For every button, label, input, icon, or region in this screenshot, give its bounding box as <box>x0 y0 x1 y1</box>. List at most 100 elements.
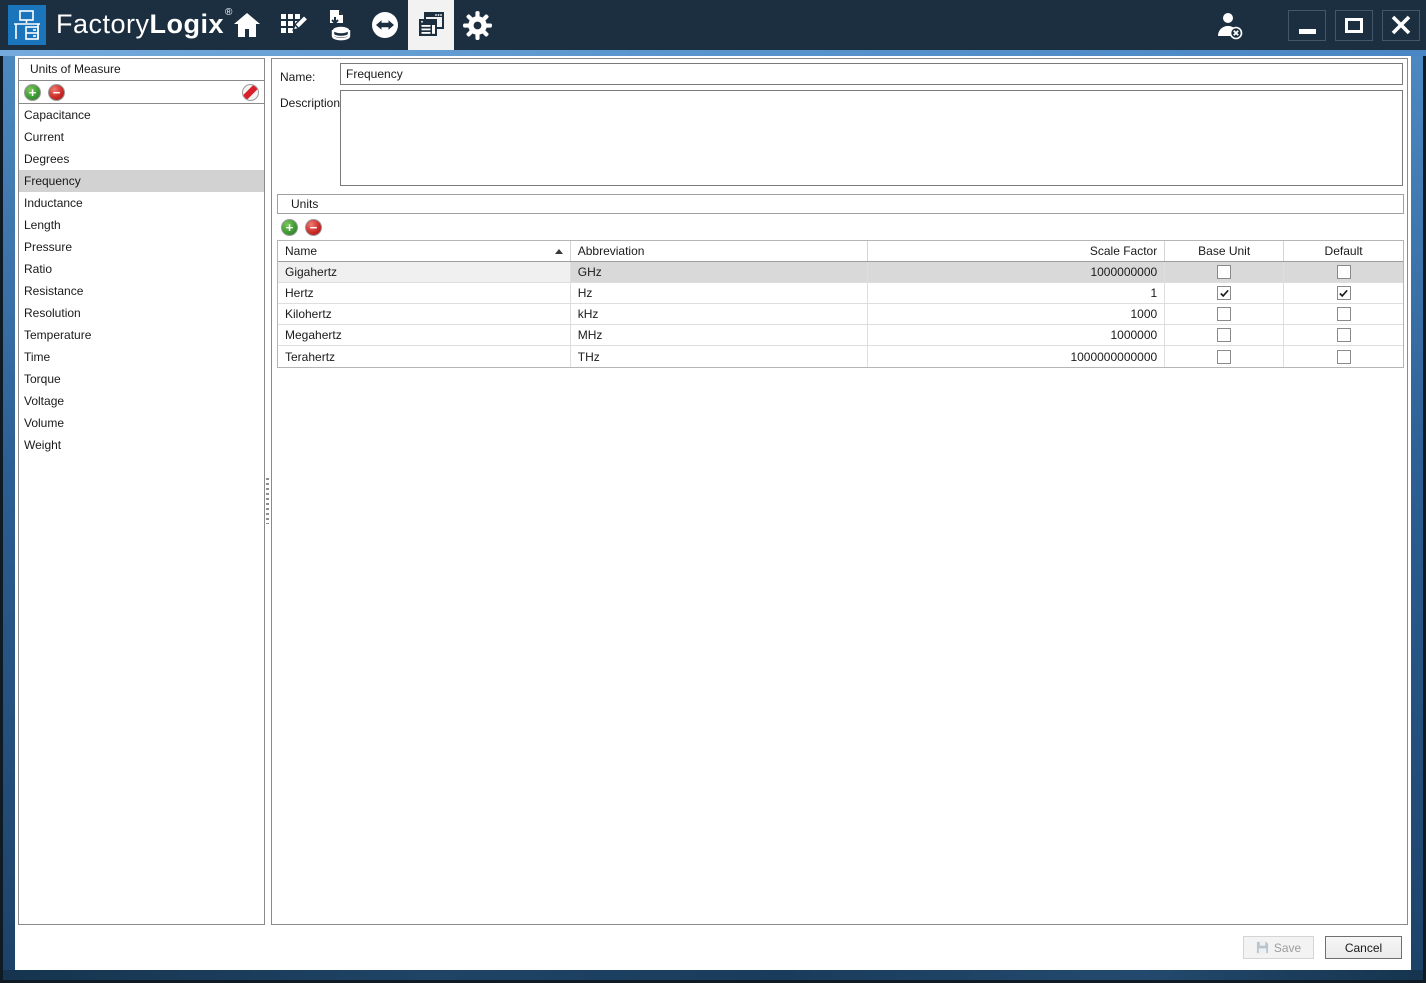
unit-name-cell[interactable]: Terahertz <box>278 346 571 367</box>
close-button[interactable] <box>1382 9 1420 41</box>
remove-icon: − <box>309 219 318 235</box>
production-edit-icon <box>281 14 308 33</box>
base-unit-cell <box>1165 283 1285 303</box>
sidebar-item-length[interactable]: Length <box>19 214 264 236</box>
sidebar-item-voltage[interactable]: Voltage <box>19 390 264 412</box>
column-header-base-unit[interactable]: Base Unit <box>1165 241 1285 261</box>
unit-abbreviation-cell[interactable]: Hz <box>571 283 869 303</box>
window-border-left <box>3 56 15 970</box>
sidebar-item-resistance[interactable]: Resistance <box>19 280 264 302</box>
logoff-user-button[interactable] <box>1213 9 1247 41</box>
sidebar-item-volume[interactable]: Volume <box>19 412 264 434</box>
sidebar-item-frequency[interactable]: Frequency <box>19 170 264 192</box>
sidebar-item-torque[interactable]: Torque <box>19 368 264 390</box>
unit-name-cell[interactable]: Megahertz <box>278 325 571 345</box>
measure-detail-panel: Name: Description: Units + − Name Abbrevi… <box>271 58 1408 925</box>
column-header-name[interactable]: Name <box>278 241 571 261</box>
unit-row-megahertz[interactable]: Megahertz MHz 1000000 <box>278 325 1403 346</box>
data-import-icon <box>330 10 351 41</box>
units-group-title: Units <box>277 194 1404 214</box>
factorylogix-logo <box>8 5 46 45</box>
remove-measure-button[interactable]: − <box>48 83 65 101</box>
window-border-bottom <box>3 970 1423 980</box>
cancel-button[interactable]: Cancel <box>1325 936 1402 959</box>
unit-row-kilohertz[interactable]: Kilohertz kHz 1000 <box>278 304 1403 325</box>
check-icon <box>1219 289 1229 297</box>
description-input[interactable] <box>340 90 1403 186</box>
default-checkbox[interactable] <box>1336 307 1351 321</box>
maximize-icon <box>1345 17 1363 33</box>
minimize-button[interactable] <box>1288 9 1326 41</box>
remove-unit-button[interactable]: − <box>305 218 322 236</box>
unit-row-gigahertz[interactable]: Gigahertz GHz 1000000000 <box>278 262 1404 283</box>
brand-factory: Factory <box>56 9 150 39</box>
column-header-default[interactable]: Default <box>1284 241 1403 261</box>
units-table: Name Abbreviation Scale Factor Base Unit Def… <box>277 240 1404 368</box>
sidebar-toolbar: + − <box>19 81 264 104</box>
column-header-label: Name <box>285 244 318 258</box>
unit-name-cell[interactable]: Hertz <box>278 283 571 303</box>
default-checkbox[interactable] <box>1336 265 1351 279</box>
sidebar-item-inductance[interactable]: Inductance <box>19 192 264 214</box>
base-unit-checkbox[interactable] <box>1217 286 1232 300</box>
nav-settings[interactable] <box>454 0 500 50</box>
units-of-measure-panel: Units of Measure + − Capacitance Current D… <box>18 58 265 925</box>
column-header-scale-factor[interactable]: Scale Factor <box>868 241 1166 261</box>
nav-home[interactable] <box>224 0 270 50</box>
default-checkbox[interactable] <box>1336 328 1351 342</box>
sidebar-item-capacitance[interactable]: Capacitance <box>19 104 264 126</box>
name-label: Name: <box>280 70 316 84</box>
name-input[interactable] <box>340 63 1403 85</box>
close-icon <box>1391 15 1411 35</box>
minimize-icon <box>1298 28 1316 34</box>
sidebar-item-weight[interactable]: Weight <box>19 434 264 456</box>
unit-name-cell[interactable]: Gigahertz <box>278 262 571 282</box>
default-cell <box>1284 304 1403 324</box>
unit-abbreviation-cell[interactable]: GHz <box>570 262 869 282</box>
nav-production-edit[interactable] <box>270 0 316 50</box>
unit-scale-factor-cell[interactable]: 1000000000000 <box>868 346 1166 367</box>
default-checkbox[interactable] <box>1336 286 1351 300</box>
unit-scale-factor-cell[interactable]: 1000000000 <box>868 262 1166 282</box>
nav-data-import[interactable] <box>316 0 362 50</box>
sidebar-item-time[interactable]: Time <box>19 346 264 368</box>
unit-scale-factor-cell[interactable]: 1000 <box>868 304 1166 324</box>
default-cell <box>1284 262 1404 282</box>
sidebar-title: Units of Measure <box>19 59 264 81</box>
sidebar-item-ratio[interactable]: Ratio <box>19 258 264 280</box>
nav-documents[interactable] <box>408 0 454 50</box>
sidebar-item-temperature[interactable]: Temperature <box>19 324 264 346</box>
base-unit-checkbox[interactable] <box>1217 349 1232 364</box>
sidebar-item-degrees[interactable]: Degrees <box>19 148 264 170</box>
factorylogix-window: FactoryLogix® Units of Measure + − Capac… <box>0 0 1426 983</box>
panel-splitter-grip[interactable] <box>266 478 269 524</box>
sort-ascending-icon <box>554 248 563 254</box>
nav-sync[interactable] <box>362 0 408 50</box>
add-unit-button[interactable]: + <box>281 218 298 236</box>
unit-row-terahertz[interactable]: Terahertz THz 1000000000000 <box>278 346 1403 367</box>
unit-abbreviation-cell[interactable]: THz <box>571 346 869 367</box>
sidebar-item-current[interactable]: Current <box>19 126 264 148</box>
base-unit-checkbox[interactable] <box>1217 265 1232 279</box>
maximize-button[interactable] <box>1335 9 1373 41</box>
column-header-abbreviation[interactable]: Abbreviation <box>571 241 869 261</box>
main-navigation <box>224 0 500 50</box>
base-unit-cell <box>1165 346 1285 367</box>
unit-scale-factor-cell[interactable]: 1 <box>868 283 1166 303</box>
unit-abbreviation-cell[interactable]: MHz <box>571 325 869 345</box>
block-edit-button[interactable] <box>242 83 259 101</box>
column-header-label: Default <box>1324 244 1363 258</box>
unit-row-hertz[interactable]: Hertz Hz 1 <box>278 283 1403 304</box>
unit-scale-factor-cell[interactable]: 1000000 <box>868 325 1166 345</box>
sidebar-item-resolution[interactable]: Resolution <box>19 302 264 324</box>
base-unit-checkbox[interactable] <box>1217 328 1232 342</box>
save-button[interactable]: Save <box>1243 936 1314 959</box>
sidebar-item-pressure[interactable]: Pressure <box>19 236 264 258</box>
default-cell <box>1284 325 1403 345</box>
base-unit-checkbox[interactable] <box>1217 307 1232 321</box>
default-checkbox[interactable] <box>1336 349 1351 364</box>
add-measure-button[interactable]: + <box>24 83 41 101</box>
unit-name-cell[interactable]: Kilohertz <box>278 304 571 324</box>
documents-icon <box>419 12 444 36</box>
unit-abbreviation-cell[interactable]: kHz <box>571 304 869 324</box>
